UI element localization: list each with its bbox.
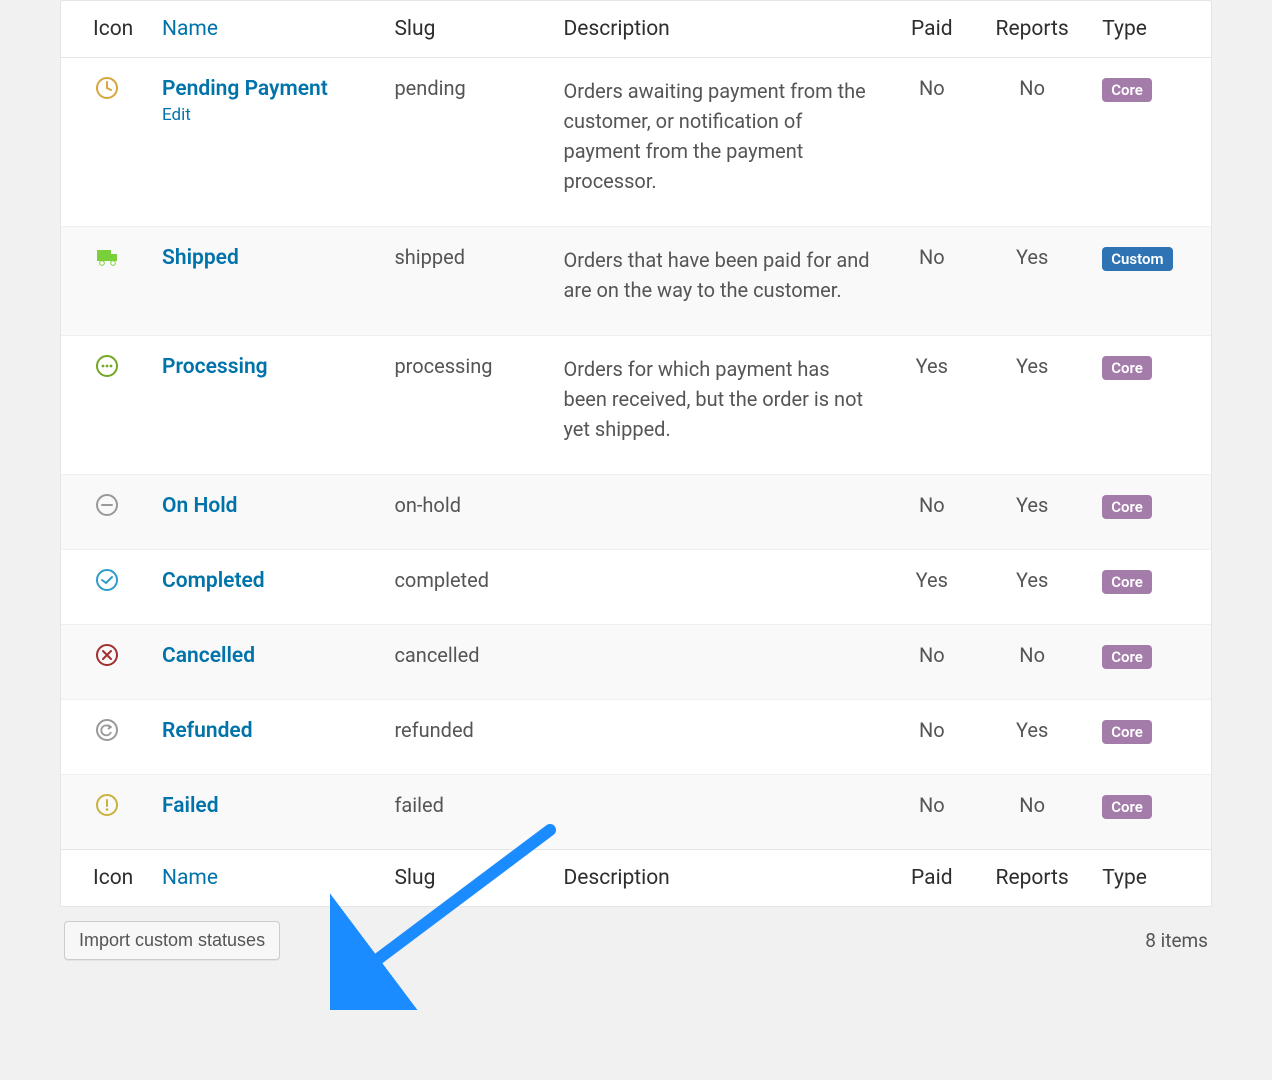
status-type: Core (1090, 625, 1211, 700)
table-row: Refunded refunded NoYes Core (61, 700, 1211, 775)
status-paid: No (890, 775, 975, 850)
column-header-name[interactable]: Name (150, 1, 382, 58)
status-reports: Yes (974, 336, 1090, 475)
core-badge: Core (1102, 495, 1152, 519)
import-custom-statuses-button[interactable]: Import custom statuses (64, 921, 280, 960)
column-header-type: Type (1090, 1, 1211, 58)
status-name-link[interactable]: Cancelled (162, 644, 255, 668)
column-header-description: Description (551, 1, 889, 58)
status-reports: Yes (974, 700, 1090, 775)
table-row: Shipped shippedOrders that have been paid… (61, 227, 1211, 336)
status-reports: No (974, 775, 1090, 850)
status-paid: No (890, 227, 975, 336)
truck-icon (61, 227, 150, 336)
table-row: Completed completed YesYes Core (61, 550, 1211, 625)
order-status-table: Icon Name Slug Description Paid Reports … (60, 0, 1212, 907)
status-name-link[interactable]: Processing (162, 355, 268, 379)
column-header-reports: Reports (974, 1, 1090, 58)
status-name-link[interactable]: Refunded (162, 719, 253, 743)
status-reports: Yes (974, 475, 1090, 550)
status-type: Core (1090, 475, 1211, 550)
status-type: Core (1090, 700, 1211, 775)
refund-icon (61, 700, 150, 775)
status-description (551, 475, 889, 550)
column-footer-slug: Slug (382, 850, 551, 907)
status-reports: Yes (974, 550, 1090, 625)
status-reports: No (974, 625, 1090, 700)
column-footer-icon: Icon (61, 850, 150, 907)
core-badge: Core (1102, 795, 1152, 819)
column-footer-paid: Paid (890, 850, 975, 907)
status-type: Core (1090, 775, 1211, 850)
status-paid: Yes (890, 336, 975, 475)
status-reports: Yes (974, 227, 1090, 336)
core-badge: Core (1102, 356, 1152, 380)
custom-badge: Custom (1102, 247, 1172, 271)
table-row: On Hold on-hold NoYes Core (61, 475, 1211, 550)
status-name-link[interactable]: Failed (162, 794, 219, 818)
status-slug: cancelled (382, 625, 551, 700)
column-header-paid: Paid (890, 1, 975, 58)
dots-icon (61, 336, 150, 475)
status-paid: Yes (890, 550, 975, 625)
column-header-icon: Icon (61, 1, 150, 58)
clock-icon (61, 58, 150, 227)
core-badge: Core (1102, 645, 1152, 669)
column-footer-description: Description (551, 850, 889, 907)
cross-icon (61, 625, 150, 700)
status-name-link[interactable]: Completed (162, 569, 265, 593)
status-description: Orders that have been paid for and are o… (551, 227, 889, 336)
status-type: Custom (1090, 227, 1211, 336)
status-description (551, 775, 889, 850)
status-slug: processing (382, 336, 551, 475)
core-badge: Core (1102, 570, 1152, 594)
status-slug: failed (382, 775, 551, 850)
status-type: Core (1090, 58, 1211, 227)
status-description: Orders for which payment has been receiv… (551, 336, 889, 475)
status-paid: No (890, 58, 975, 227)
status-description (551, 625, 889, 700)
edit-link[interactable]: Edit (162, 105, 191, 125)
core-badge: Core (1102, 78, 1152, 102)
status-paid: No (890, 475, 975, 550)
status-description (551, 550, 889, 625)
status-type: Core (1090, 550, 1211, 625)
status-reports: No (974, 58, 1090, 227)
status-slug: pending (382, 58, 551, 227)
status-description (551, 700, 889, 775)
table-row: Failed failed NoNo Core (61, 775, 1211, 850)
table-footer: Icon Name Slug Description Paid Reports … (61, 850, 1211, 907)
status-paid: No (890, 625, 975, 700)
minus-icon (61, 475, 150, 550)
status-type: Core (1090, 336, 1211, 475)
status-name-link[interactable]: On Hold (162, 494, 237, 518)
table-row: Processing processingOrders for which pay… (61, 336, 1211, 475)
column-footer-name[interactable]: Name (150, 850, 382, 907)
status-slug: on-hold (382, 475, 551, 550)
status-name-link[interactable]: Pending Payment (162, 77, 328, 101)
item-count: 8 items (1145, 929, 1208, 952)
status-slug: shipped (382, 227, 551, 336)
status-description: Orders awaiting payment from the custome… (551, 58, 889, 227)
column-footer-reports: Reports (974, 850, 1090, 907)
exclaim-icon (61, 775, 150, 850)
core-badge: Core (1102, 720, 1152, 744)
status-paid: No (890, 700, 975, 775)
table-header: Icon Name Slug Description Paid Reports … (61, 1, 1211, 58)
column-footer-type: Type (1090, 850, 1211, 907)
table-row: Pending Payment Edit pendingOrders awaitin… (61, 58, 1211, 227)
check-icon (61, 550, 150, 625)
status-slug: refunded (382, 700, 551, 775)
status-name-link[interactable]: Shipped (162, 246, 239, 270)
status-slug: completed (382, 550, 551, 625)
column-header-slug: Slug (382, 1, 551, 58)
table-row: Cancelled cancelled NoNo Core (61, 625, 1211, 700)
